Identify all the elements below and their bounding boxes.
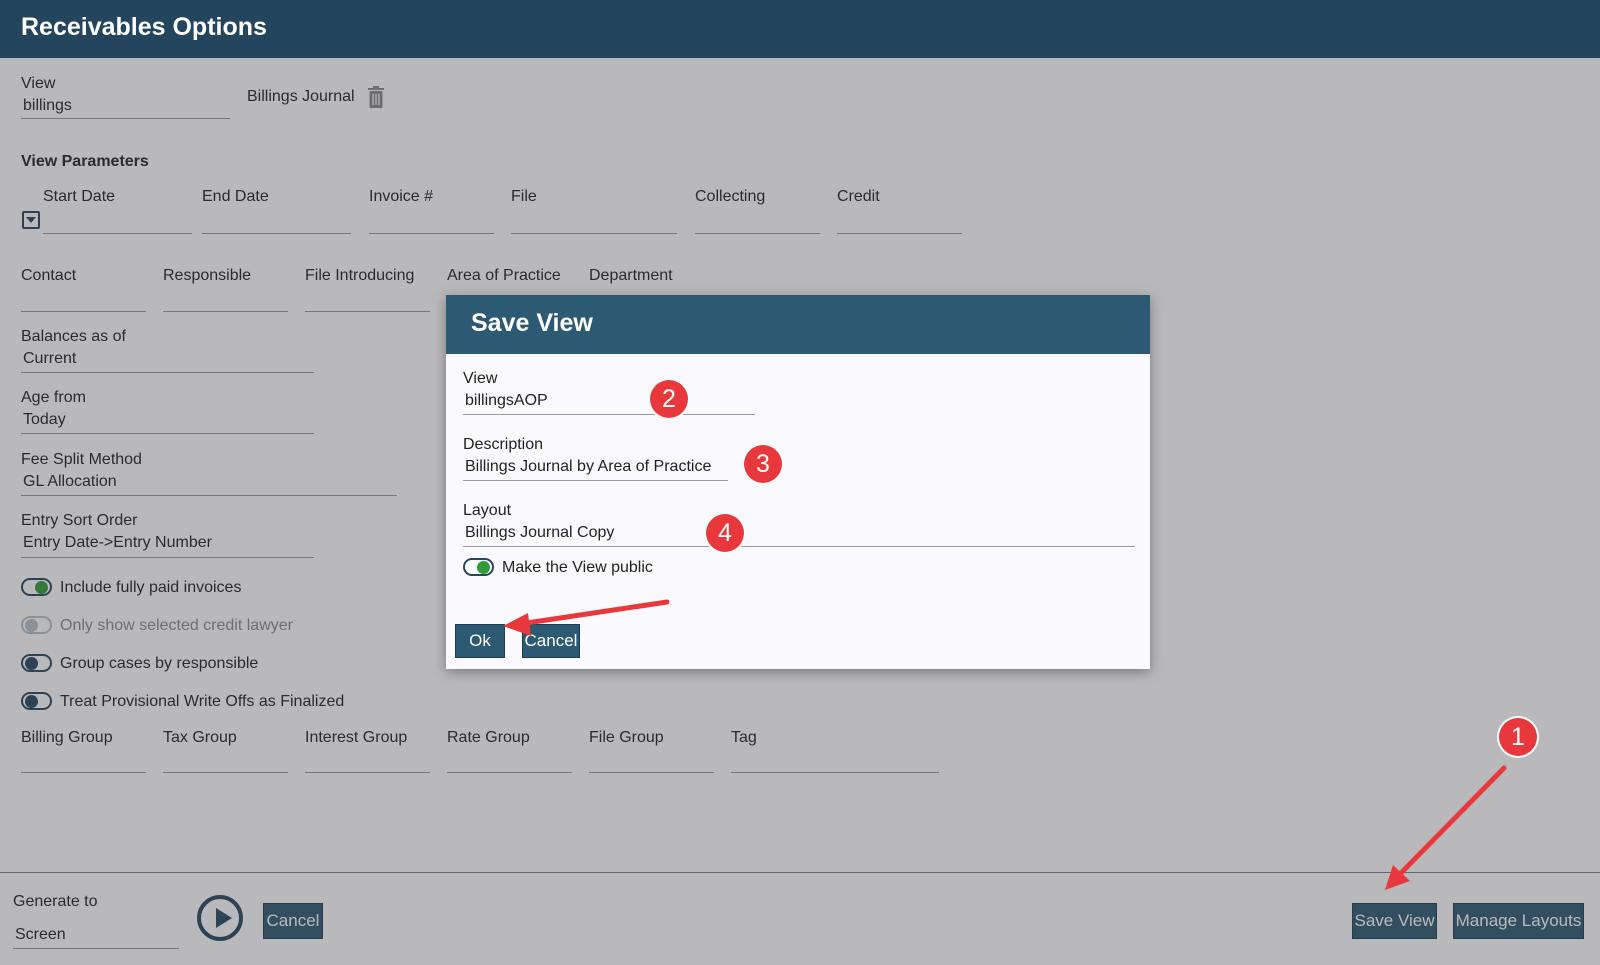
arrow-to-ok-icon bbox=[503, 599, 670, 636]
annotation-badge-1: 1 bbox=[1499, 718, 1537, 756]
arrow-to-save-view-icon bbox=[1385, 765, 1507, 890]
annotation-badge-2: 2 bbox=[650, 380, 688, 418]
annotation-badge-3: 3 bbox=[744, 445, 782, 483]
annotation-arrows bbox=[503, 599, 1507, 890]
annotation-badge-4: 4 bbox=[706, 514, 744, 552]
